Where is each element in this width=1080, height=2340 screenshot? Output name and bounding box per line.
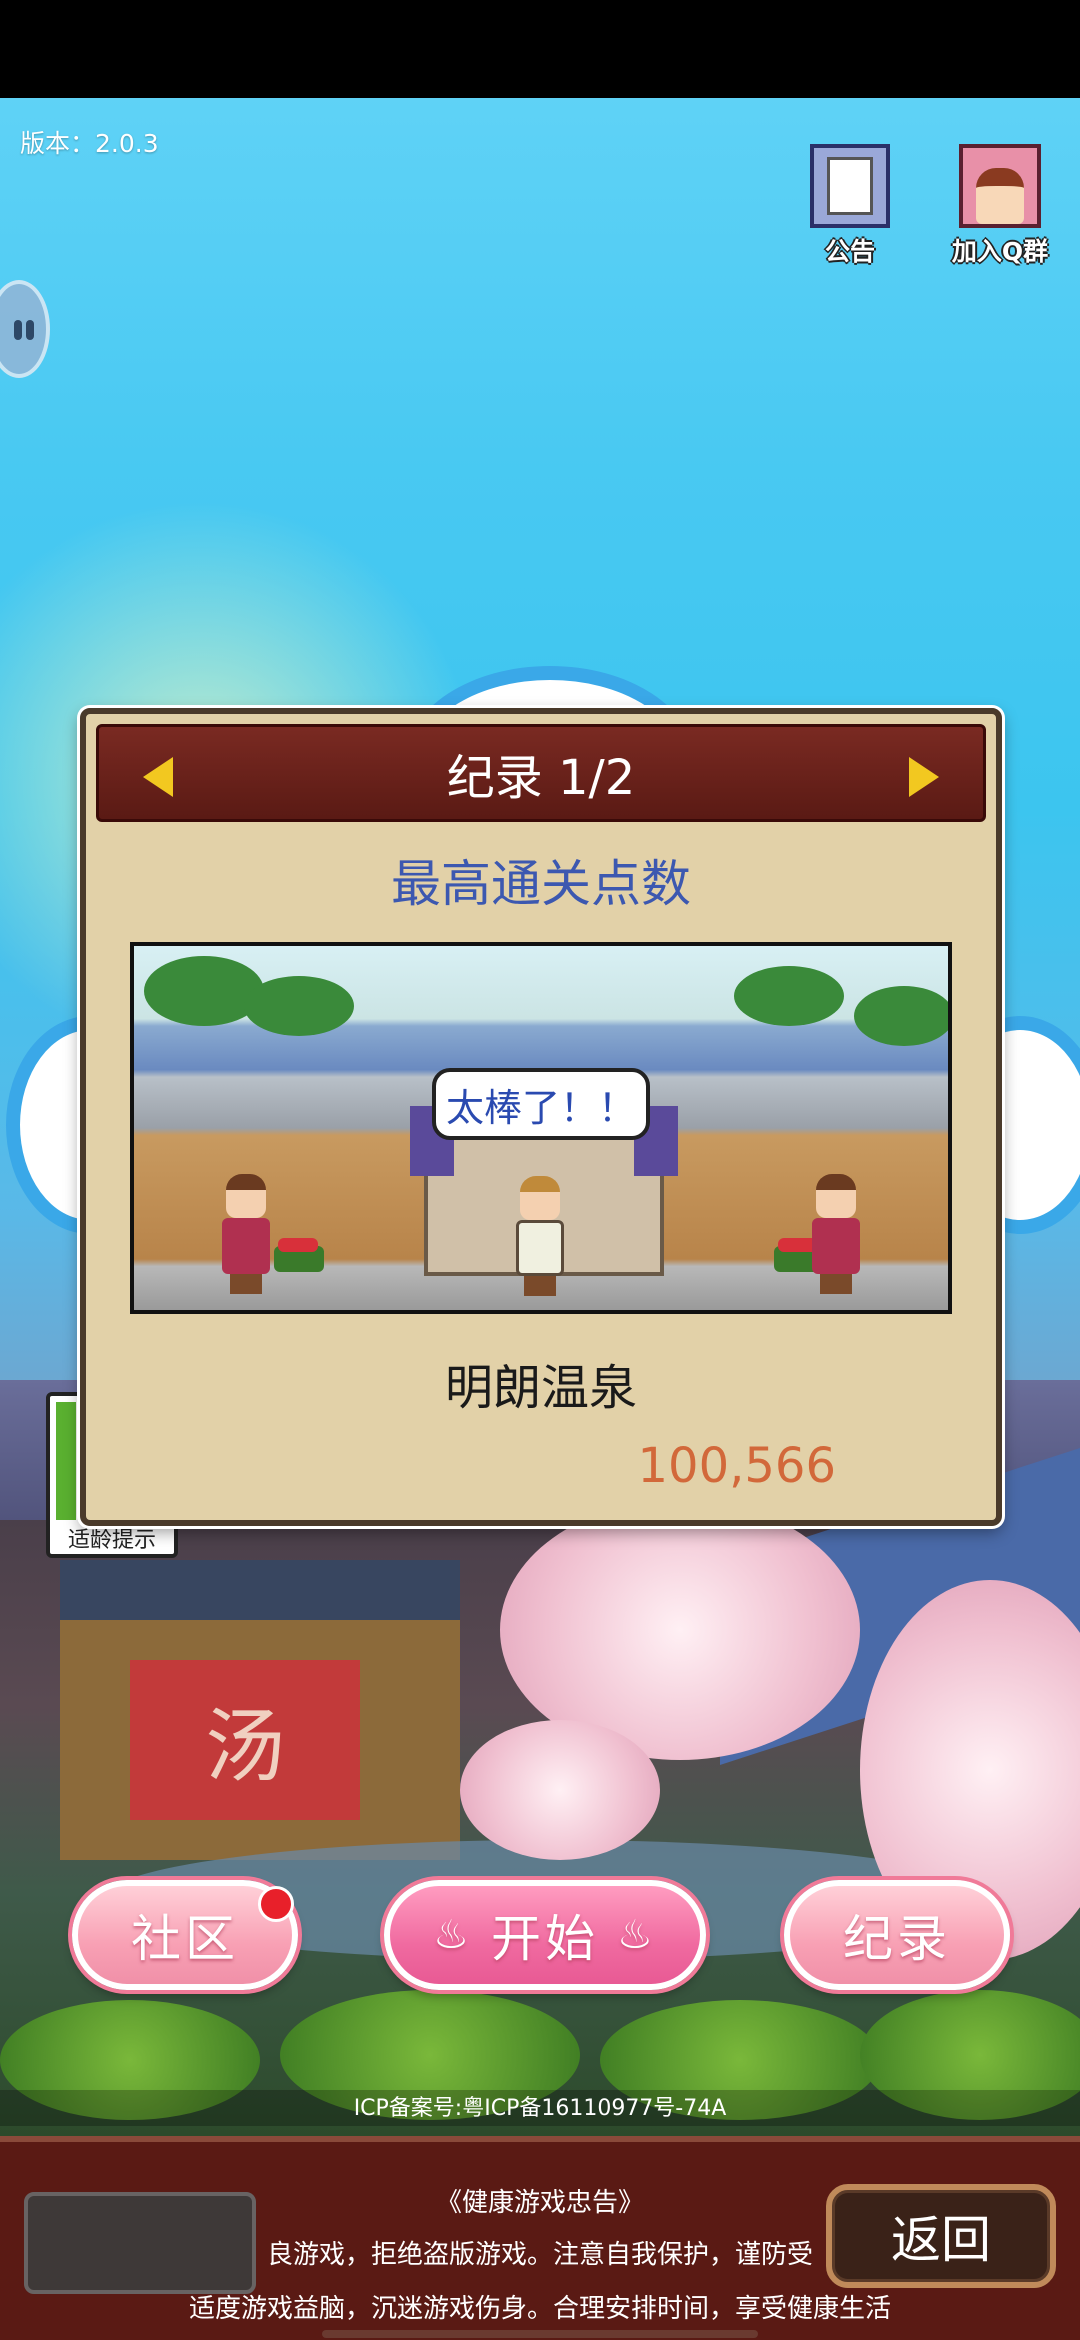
pine-tree xyxy=(244,976,354,1036)
character-portrait-icon xyxy=(959,144,1041,228)
staff-character xyxy=(218,1174,274,1294)
speech-bubble: 太棒了！！ xyxy=(432,1068,650,1140)
overlay-panel[interactable] xyxy=(24,2192,256,2294)
age-rating-bar-icon xyxy=(56,1402,76,1520)
notification-dot xyxy=(258,1886,294,1922)
next-record-arrow-icon[interactable] xyxy=(909,757,939,797)
start-label: 开始 xyxy=(491,1910,599,1968)
join-qq-group-label: 加入Q群 xyxy=(951,237,1049,266)
record-label: 纪录 xyxy=(843,1910,951,1968)
record-score: 100,566 xyxy=(637,1438,837,1494)
onsen-name: 明朗温泉 xyxy=(444,1360,637,1416)
record-dialog-title: 纪录 1/2 xyxy=(446,750,636,806)
record-button[interactable]: 纪录 xyxy=(784,1880,1010,1990)
notice-button[interactable]: 公告 xyxy=(790,144,910,268)
record-category-title: 最高通关点数 xyxy=(391,855,691,913)
flower-planter xyxy=(274,1238,324,1272)
hero-character xyxy=(512,1176,568,1296)
join-qq-group-button[interactable]: 加入Q群 xyxy=(940,144,1060,268)
hot-spring-icon: ♨ xyxy=(433,1912,473,1958)
notice-icon xyxy=(810,144,890,228)
pine-tree xyxy=(734,966,844,1026)
start-button[interactable]: ♨ 开始 ♨ xyxy=(384,1880,706,1990)
age-rating-label: 适龄提示 xyxy=(67,1528,156,1553)
version-label: 版本：2.0.3 xyxy=(20,129,159,158)
pine-tree xyxy=(854,986,948,1046)
icp-license-link[interactable]: ICP备案号:粤ICP备16110977号-74A xyxy=(0,2090,1080,2126)
community-label: 社区 xyxy=(131,1910,239,1968)
onsen-scene-image: 太棒了！！ xyxy=(130,942,952,1314)
record-dialog: 纪录 1/2 最高通关点数 太棒了！！ 明朗温泉 100,566 xyxy=(80,708,1002,1526)
back-label: 返回 xyxy=(891,2211,991,2269)
onsen-noren-curtain: 汤 xyxy=(130,1660,360,1820)
status-bar xyxy=(0,0,1080,98)
cherry-blossom-tree xyxy=(460,1720,660,1860)
notice-label: 公告 xyxy=(824,237,875,266)
onsen-sign-text: 汤 xyxy=(205,1700,285,1793)
hot-spring-icon: ♨ xyxy=(617,1912,657,1958)
staff-character xyxy=(808,1174,864,1294)
back-button[interactable]: 返回 xyxy=(826,2184,1056,2288)
record-dialog-header: 纪录 1/2 xyxy=(96,724,986,822)
home-indicator[interactable] xyxy=(322,2330,758,2338)
game-title-screen: 汤 版本：2.0.3 公告 加入Q群 适龄提示 纪录 1/2 最高通关点数 太棒… xyxy=(0,0,1080,2340)
previous-record-arrow-icon[interactable] xyxy=(143,757,173,797)
